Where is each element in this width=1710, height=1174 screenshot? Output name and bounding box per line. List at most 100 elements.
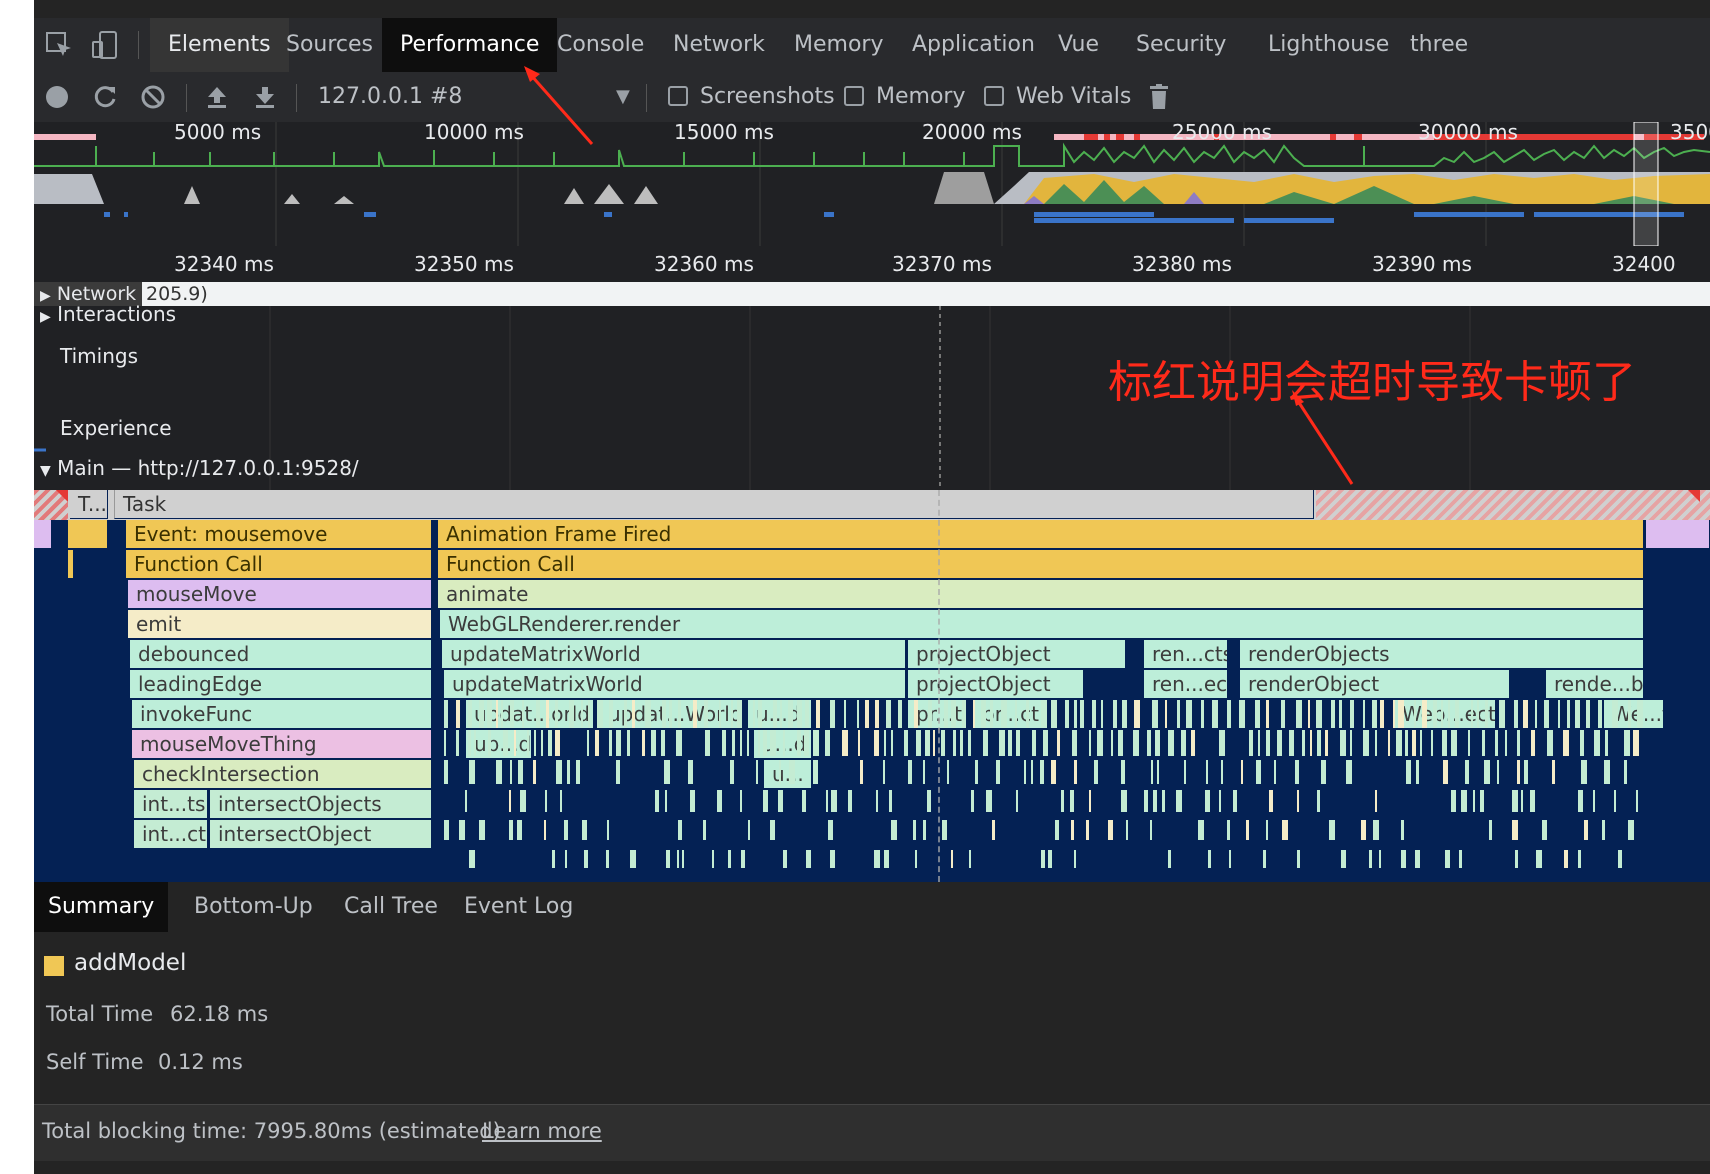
devtools-tab-bar: Elements Sources Performance Console Net… — [34, 18, 1710, 73]
memory-label: Memory — [876, 84, 966, 109]
flame-block[interactable]: updateMatrixWorld — [444, 670, 906, 699]
download-icon[interactable] — [252, 72, 278, 122]
tracks-panel: ▶ Interactions Timings Experience ▼ Main… — [34, 302, 1710, 490]
flame-block[interactable]: WebGLRenderer.render — [440, 610, 1644, 639]
flame-block[interactable]: projectObject — [908, 640, 1126, 669]
triangle-down-icon: ▼ — [40, 463, 51, 479]
category-color-swatch — [44, 956, 64, 976]
reload-icon[interactable] — [92, 72, 118, 122]
tab-security[interactable]: Security — [1118, 18, 1244, 72]
tab-summary[interactable]: Summary — [34, 882, 169, 932]
flame-block[interactable]: renderObjects — [1240, 640, 1644, 669]
tab-performance[interactable]: Performance — [382, 18, 558, 72]
timeline-overview[interactable]: 5000 ms 10000 ms 15000 ms 20000 ms 25000… — [34, 120, 1710, 246]
flame-block[interactable]: Event: mousemove — [126, 520, 432, 549]
web-vitals-checkbox[interactable] — [984, 86, 1004, 106]
flame-block[interactable]: ren...cts — [1144, 640, 1228, 669]
flame-block[interactable]: u...d — [754, 730, 812, 759]
main-thread-header[interactable]: ▼ Main — http://127.0.0.1:9528/ — [40, 456, 359, 480]
flame-block[interactable] — [68, 550, 74, 579]
clear-icon[interactable] — [140, 72, 166, 122]
flame-block[interactable]: mouseMoveThing — [132, 730, 432, 759]
network-track[interactable]: ▶ Network 205.9) — [34, 282, 1710, 306]
flame-block[interactable]: updateMatrixWorld — [442, 640, 906, 669]
interactions-track[interactable]: ▶ Interactions — [40, 302, 176, 326]
tab-call-tree[interactable]: Call Tree — [330, 882, 452, 932]
total-time-value: 62.18 ms — [170, 1002, 269, 1026]
flame-block[interactable]: Animation Frame Fired — [438, 520, 1644, 549]
flame-block[interactable]: emit — [128, 610, 432, 639]
flame-block[interactable]: checkIntersection — [134, 760, 432, 789]
timings-label: Timings — [60, 344, 138, 368]
flame-block[interactable]: We...t — [1604, 700, 1664, 729]
flame-block[interactable]: debounced — [130, 640, 432, 669]
trash-icon[interactable] — [1148, 72, 1170, 122]
ruler-tick: 32340 ms — [174, 252, 274, 276]
flame-block[interactable]: pr...t — [908, 700, 966, 729]
experience-label: Experience — [60, 416, 172, 440]
flame-block[interactable]: mouseMove — [128, 580, 432, 609]
learn-more-link[interactable]: Learn more — [482, 1119, 602, 1143]
task-block[interactable]: Task — [114, 490, 1314, 519]
flame-block[interactable]: projectObject — [908, 670, 1084, 699]
ruler-tick: 32360 ms — [654, 252, 754, 276]
flame-block[interactable] — [68, 520, 108, 549]
divider — [646, 84, 647, 112]
flame-block[interactable]: animate — [438, 580, 1644, 609]
flame-block[interactable]: renderObject — [1240, 670, 1510, 699]
tab-network[interactable]: Network — [655, 18, 783, 72]
tab-console[interactable]: Console — [539, 18, 662, 72]
flame-block[interactable]: intersectObjects — [210, 790, 432, 819]
upload-icon[interactable] — [204, 72, 230, 122]
overview-tick: 5000 ms — [174, 120, 262, 144]
flame-block[interactable]: leadingEdge — [130, 670, 432, 699]
tab-memory[interactable]: Memory — [776, 18, 901, 72]
tab-sources[interactable]: Sources — [268, 18, 391, 72]
device-toolbar-icon[interactable] — [90, 18, 120, 79]
tab-bottom-up[interactable]: Bottom-Up — [180, 882, 327, 932]
flame-block[interactable]: Web...ect — [1394, 700, 1496, 729]
web-vitals-label: Web Vitals — [1016, 84, 1132, 109]
flame-chart[interactable]: T... Task Event: mousemove Function Call… — [34, 490, 1710, 882]
flame-block[interactable]: ren...ect — [1144, 670, 1228, 699]
flame-block[interactable]: updat...World — [600, 700, 742, 729]
interactions-label: Interactions — [57, 302, 177, 326]
record-icon[interactable] — [44, 72, 70, 122]
flame-block[interactable]: rende...bject — [1546, 670, 1644, 699]
tab-three[interactable]: three — [1392, 18, 1486, 72]
flame-block[interactable]: up...d — [466, 730, 532, 759]
screenshots-checkbox[interactable] — [668, 86, 688, 106]
flame-block[interactable]: Function Call — [126, 550, 432, 579]
details-tab-bar: Summary Bottom-Up Call Tree Event Log — [34, 882, 1710, 933]
total-time-label: Total Time — [46, 1002, 154, 1026]
flame-block[interactable]: pr...ct — [974, 700, 1048, 729]
flame-block[interactable]: int...ct — [134, 820, 208, 849]
timeline-ruler: 32340 ms 32350 ms 32360 ms 32370 ms 3238… — [34, 246, 1710, 300]
tab-event-log[interactable]: Event Log — [450, 882, 587, 932]
inspect-element-icon[interactable] — [44, 18, 74, 79]
flame-block[interactable]: invokeFunc — [132, 700, 432, 729]
main-thread-label: Main — http://127.0.0.1:9528/ — [57, 456, 359, 480]
flame-block[interactable]: int...ts — [134, 790, 208, 819]
long-task-marker-icon — [1688, 490, 1700, 502]
flame-block[interactable] — [1646, 520, 1710, 549]
ruler-tick: 32380 ms — [1132, 252, 1232, 276]
flame-block[interactable] — [34, 520, 52, 549]
flame-block[interactable]: Function Call — [438, 550, 1644, 579]
profile-select[interactable]: 127.0.0.1 #8 — [318, 72, 462, 122]
triangle-right-icon: ▶ — [40, 309, 51, 325]
time-marker — [938, 490, 940, 882]
status-footer: Total blocking time: 7995.80ms (estimate… — [34, 1104, 1710, 1161]
flame-block[interactable]: u...d — [748, 700, 812, 729]
memory-checkbox[interactable] — [844, 86, 864, 106]
tab-application[interactable]: Application — [894, 18, 1053, 72]
tab-vue[interactable]: Vue — [1040, 18, 1117, 72]
flame-block[interactable]: u... — [764, 760, 812, 789]
task-block[interactable]: T... — [70, 490, 108, 519]
tab-lighthouse[interactable]: Lighthouse — [1250, 18, 1407, 72]
long-task-marker-icon — [56, 490, 68, 502]
flame-block[interactable]: intersectObject — [210, 820, 432, 849]
flame-block[interactable]: updat...orld — [466, 700, 594, 729]
overview-tick: 20000 ms — [922, 120, 1022, 144]
total-blocking-time: Total blocking time: 7995.80ms (estimate… — [42, 1119, 501, 1143]
